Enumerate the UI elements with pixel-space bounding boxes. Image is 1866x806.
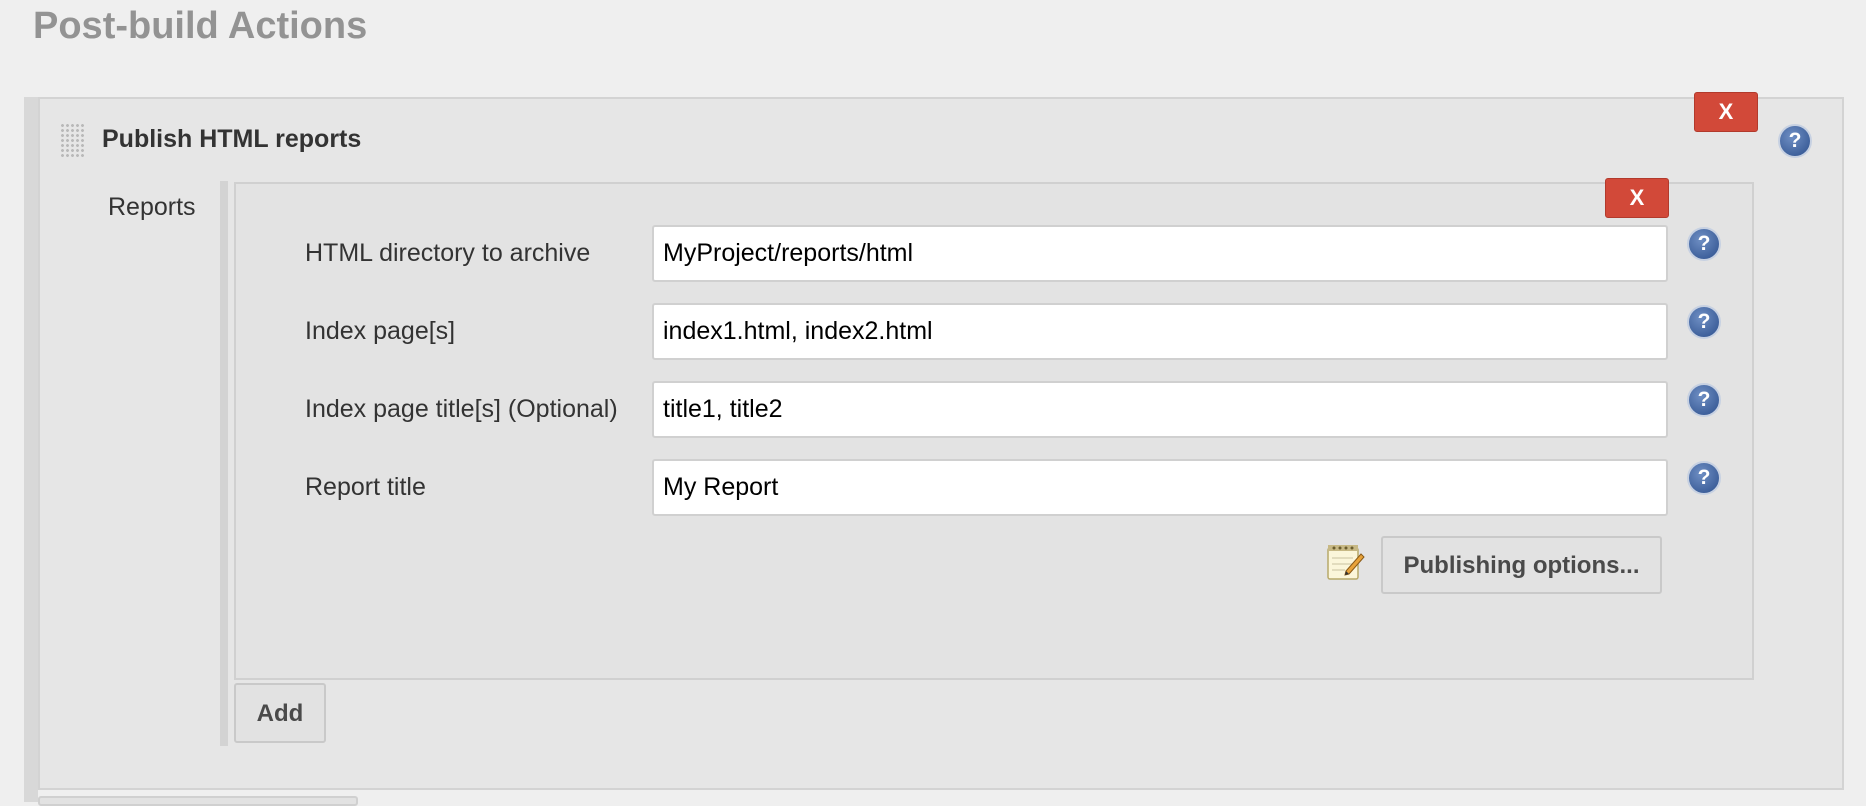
html-directory-label: HTML directory to archive (305, 239, 591, 267)
page-title: Post-build Actions (33, 5, 368, 47)
help-icon[interactable]: ? (1778, 124, 1812, 158)
notepad-pencil-icon (1327, 545, 1365, 580)
help-icon[interactable]: ? (1687, 305, 1721, 339)
help-icon[interactable]: ? (1687, 461, 1721, 495)
delete-report-button[interactable]: X (1605, 178, 1669, 218)
help-icon[interactable]: ? (1687, 383, 1721, 417)
next-section-edge (38, 796, 358, 806)
html-directory-input[interactable] (652, 225, 1668, 282)
report-title-input[interactable] (652, 459, 1668, 516)
help-icon[interactable]: ? (1687, 227, 1721, 261)
reports-label: Reports (108, 193, 196, 221)
index-page-titles-input[interactable] (652, 381, 1668, 438)
section-left-border (24, 97, 38, 802)
index-pages-label: Index page[s] (305, 317, 456, 345)
drag-handle-icon[interactable] (60, 123, 86, 157)
index-page-titles-label: Index page title[s] (Optional) (305, 395, 618, 423)
publishing-options-button[interactable]: Publishing options... (1381, 536, 1662, 594)
index-pages-input[interactable] (652, 303, 1668, 360)
add-report-button[interactable]: Add (234, 683, 326, 743)
delete-step-button[interactable]: X (1694, 92, 1758, 132)
reports-left-border (220, 181, 228, 746)
section-title: Publish HTML reports (102, 125, 362, 153)
report-title-label: Report title (305, 473, 426, 501)
